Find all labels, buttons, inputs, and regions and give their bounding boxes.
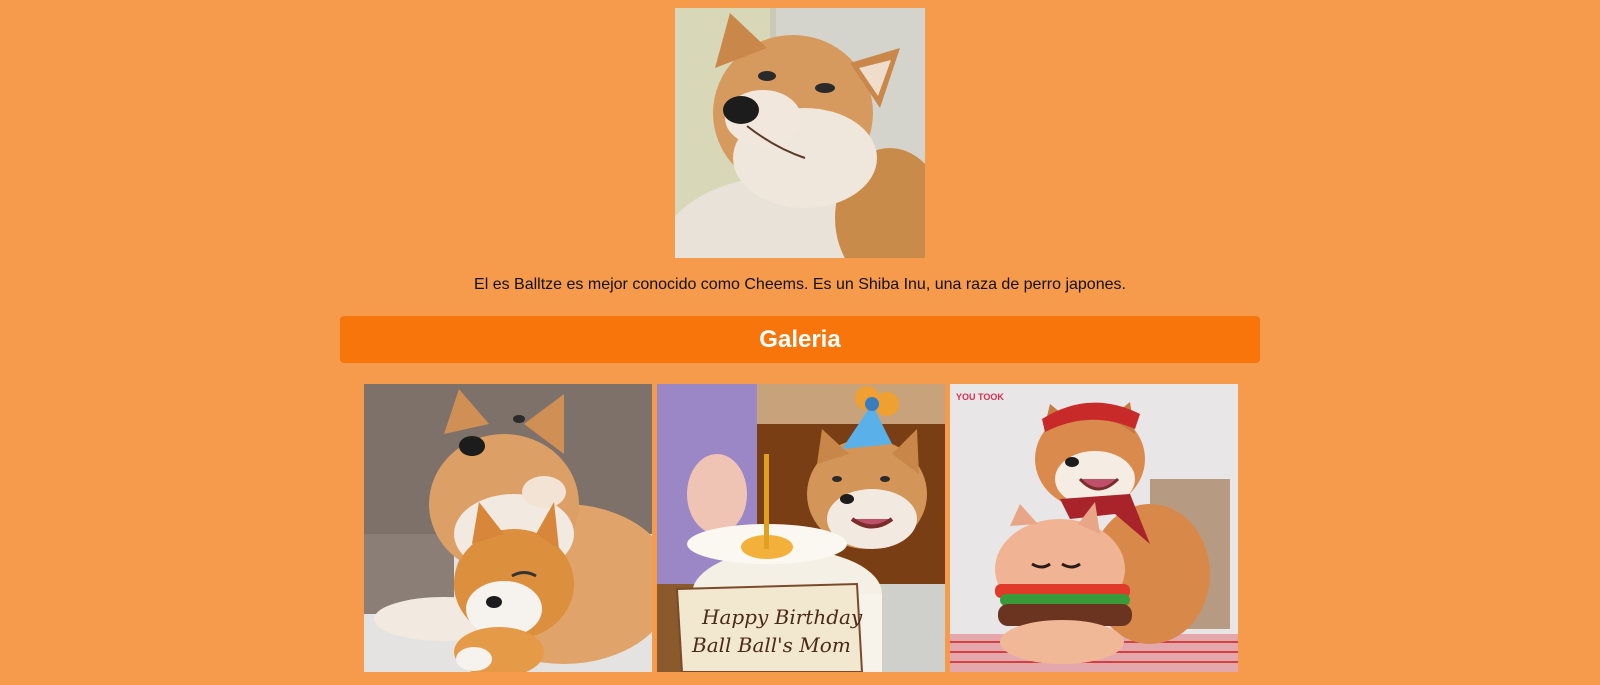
corner-logo: YOU TOOK <box>956 392 1004 402</box>
gallery-banner: Galeria <box>340 316 1260 363</box>
hero-image <box>675 8 925 258</box>
cake-text-line-1: Happy Birthday <box>701 605 863 629</box>
shiba-with-plush-photo <box>364 384 652 672</box>
shiba-birthday-cake-photo: Happy Birthday Ball Ball's Mom <box>657 384 945 672</box>
gallery: Happy Birthday Ball Ball's Mom YOU TOOK <box>364 384 1238 672</box>
cheems-portrait <box>675 8 925 258</box>
gallery-title: Galeria <box>759 325 841 353</box>
shiba-with-burger-plush-photo: YOU TOOK <box>950 384 1238 672</box>
cake-text-line-2: Ball Ball's Mom <box>691 633 851 657</box>
intro-text: El es Balltze es mejor conocido como Che… <box>474 276 1126 293</box>
